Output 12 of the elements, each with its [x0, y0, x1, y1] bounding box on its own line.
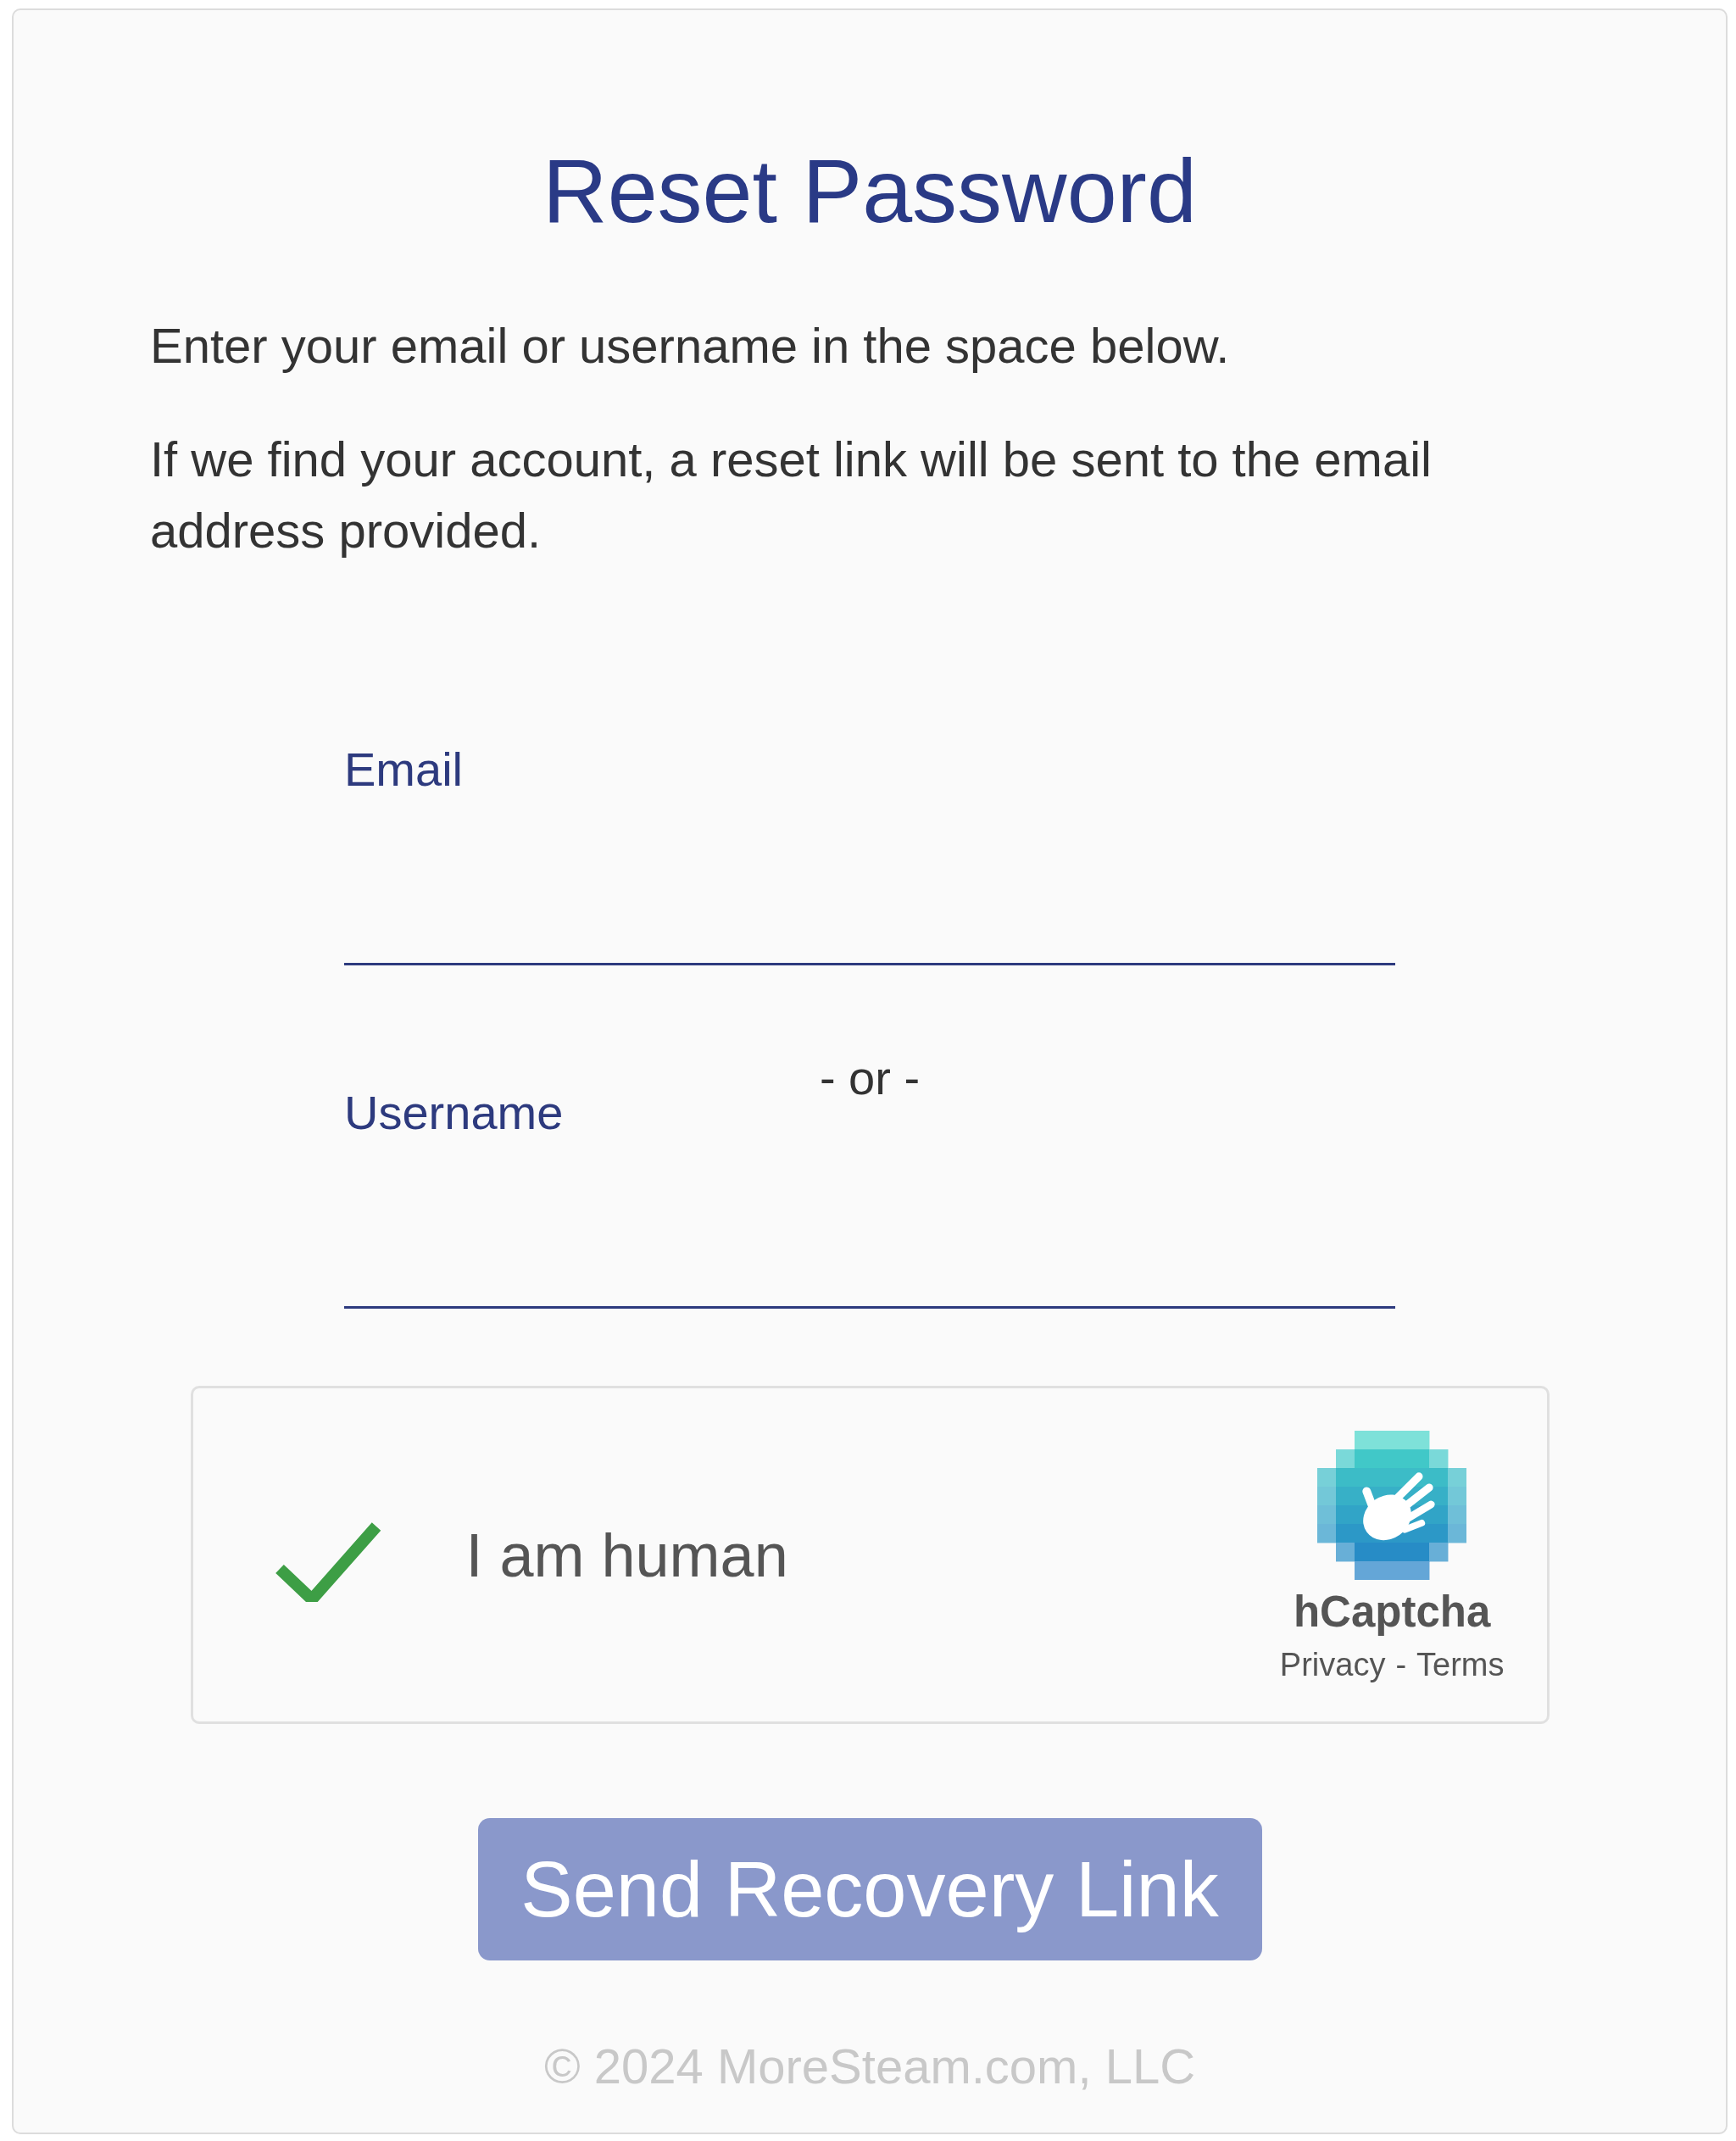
captcha-brand-text: hCaptcha: [1293, 1586, 1491, 1638]
captcha-link[interactable]: Terms: [1416, 1643, 1505, 1685]
field-label: Email: [344, 742, 464, 798]
or-separator: - or -: [819, 1050, 921, 1106]
hand-logo-icon: [1317, 1430, 1467, 1580]
instruction-text: If we find your account, a reset link will be sent to the email address provided.: [150, 431, 1433, 559]
captcha-label: I am human: [465, 1520, 788, 1591]
field-label: Username: [344, 1085, 564, 1141]
page-title: Reset Password: [542, 140, 1197, 242]
instruction-text: Enter your email or username in the space below.: [150, 317, 1231, 375]
link-separator: -: [1395, 1645, 1407, 1684]
captcha-link[interactable]: Privacy: [1279, 1643, 1386, 1685]
